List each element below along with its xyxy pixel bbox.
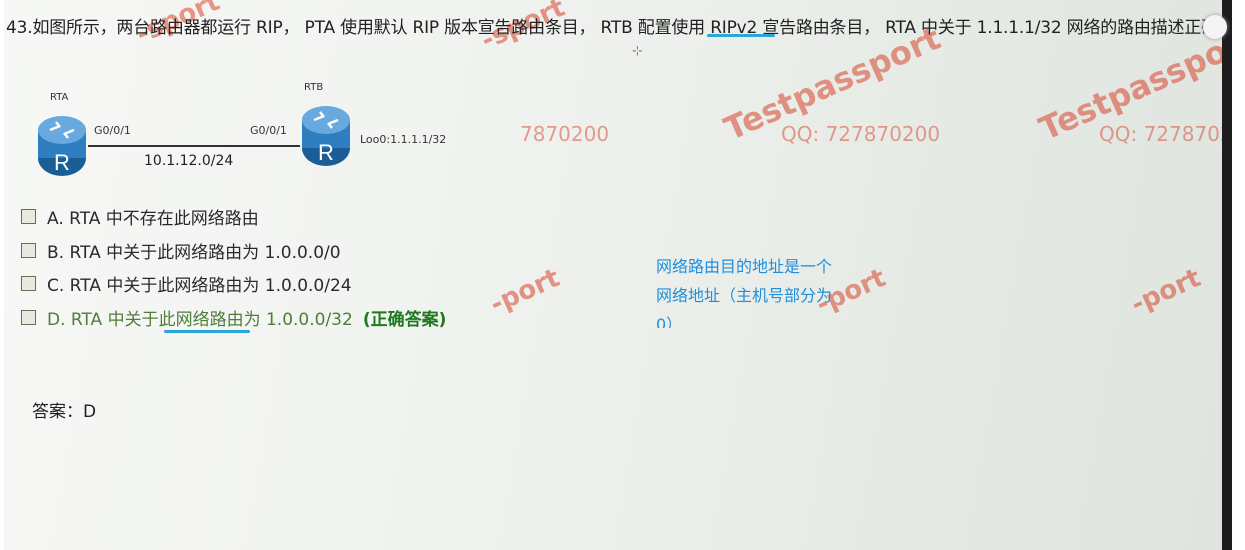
question-number: 43. — [6, 18, 33, 38]
checkbox-d[interactable] — [21, 310, 36, 325]
screen-bezel — [1222, 0, 1232, 550]
highlight-underline-route — [164, 330, 250, 333]
checkbox-c[interactable] — [21, 276, 36, 291]
watermark-qq-partial: 7870200 — [520, 122, 610, 146]
watermark-port-3: -port — [1126, 263, 1206, 320]
rta-interface-label: G0/0/1 — [94, 124, 131, 137]
screenshot-area: -sport -sport Testpassport Testpassport … — [4, 0, 1222, 550]
watermark-qq-2: QQ: 727870200 — [1099, 122, 1222, 146]
option-d[interactable]: D. RTA 中关于此网络路由为 1.0.0.0/32 (正确答案) — [21, 305, 446, 330]
option-c-text: C. RTA 中关于此网络路由为 1.0.0.0/24 — [47, 276, 352, 296]
highlight-underline-ripv2 — [707, 34, 775, 37]
answer-text: 答案：D — [32, 402, 97, 422]
rtb-interface-label: G0/0/1 — [250, 124, 287, 137]
question-text: 43.如图所示，两台路由器都运行 RIP， PTA 使用默认 RIP 版本宣告路… — [6, 13, 1222, 38]
network-label: 10.1.12.0/24 — [144, 153, 234, 169]
correct-answer-tag: (正确答案) — [362, 310, 447, 330]
option-a[interactable]: A. RTA 中不存在此网络路由 — [21, 204, 259, 229]
annotation-note: 网络路由目的地址是一个网络地址（主机号部分为0） — [656, 257, 833, 328]
checkbox-a[interactable] — [21, 209, 36, 224]
checkbox-b[interactable] — [21, 243, 36, 258]
link-line — [88, 145, 300, 147]
floating-button-icon[interactable] — [1203, 15, 1227, 39]
question-body: 如图所示，两台路由器都运行 RIP， PTA 使用默认 RIP 版本宣告路由条目… — [32, 18, 1222, 38]
router-rtb-icon: R — [302, 106, 350, 166]
crosshair-cursor-icon: ⊹ — [632, 44, 643, 59]
option-b[interactable]: B. RTA 中关于此网络路由为 1.0.0.0/0 — [21, 238, 341, 263]
option-c[interactable]: C. RTA 中关于此网络路由为 1.0.0.0/24 — [21, 271, 352, 296]
loopback-label: Loo0:1.1.1.1/32 — [360, 133, 447, 146]
option-a-text: A. RTA 中不存在此网络路由 — [47, 209, 259, 229]
watermark-qq-1: QQ: 727870200 — [781, 122, 941, 146]
option-d-text: D. RTA 中关于此网络路由为 1.0.0.0/32 — [47, 310, 353, 330]
rta-label: RTA — [50, 92, 69, 103]
rta-glyph: R — [54, 150, 70, 175]
rtb-label: RTB — [304, 82, 324, 93]
router-rta-icon: R — [38, 116, 86, 176]
rtb-glyph: R — [318, 140, 334, 165]
option-b-text: B. RTA 中关于此网络路由为 1.0.0.0/0 — [47, 243, 341, 263]
watermark-port-1: -port — [485, 263, 565, 320]
